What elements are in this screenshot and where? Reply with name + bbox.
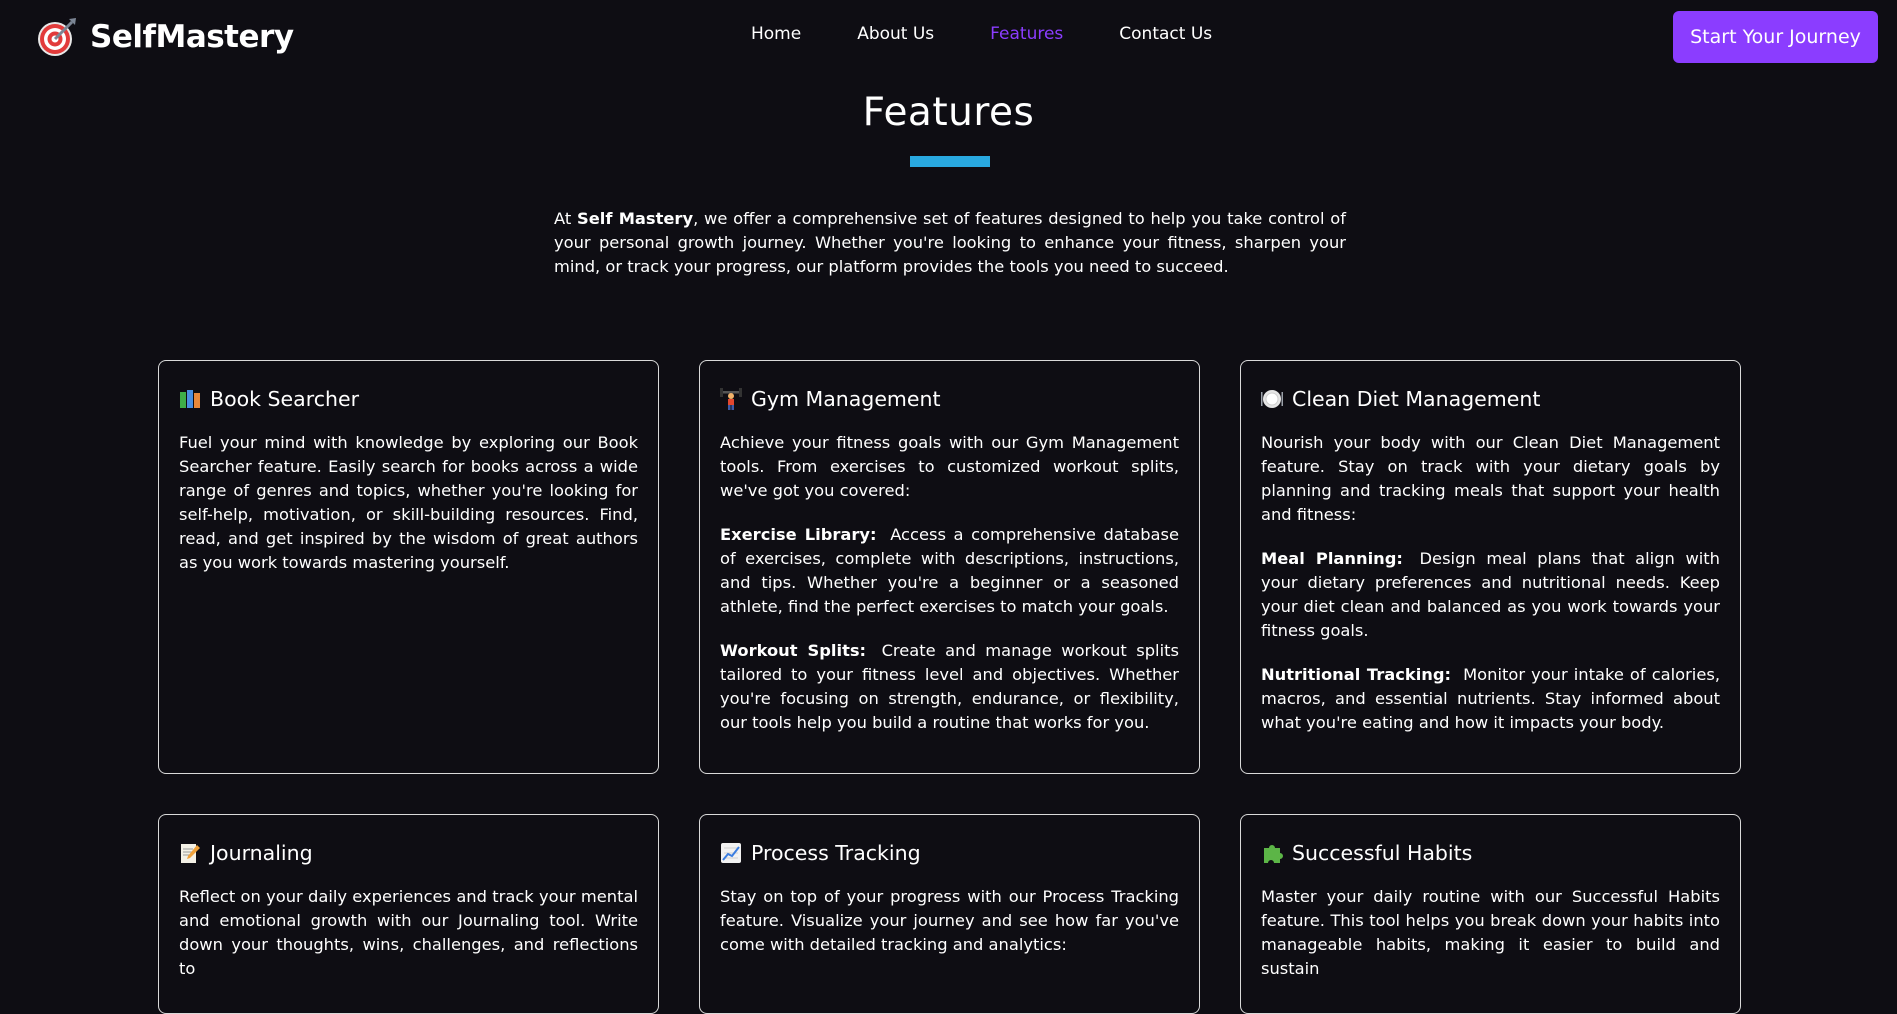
card-title-text: Book Searcher (210, 387, 360, 411)
plate-icon (1261, 388, 1283, 410)
feature-item-label: Nutritional Tracking: (1261, 665, 1452, 684)
card-title: Clean Diet Management (1261, 385, 1720, 413)
card-title-text: Process Tracking (751, 841, 921, 865)
puzzle-piece-icon (1261, 842, 1283, 864)
card-description: Stay on top of your progress with our Pr… (720, 887, 1179, 954)
nav-home[interactable]: Home (751, 24, 801, 44)
card-title: Book Searcher (179, 385, 638, 413)
weightlifter-icon (720, 388, 742, 410)
title-underline (910, 156, 990, 167)
chart-increasing-icon (720, 842, 742, 864)
card-title-text: Gym Management (751, 387, 941, 411)
books-icon (179, 388, 201, 410)
intro-paragraph: At Self Mastery, we offer a comprehensiv… (554, 207, 1346, 279)
brand-logo[interactable]: SelfMastery (36, 16, 294, 58)
card-title-text: Clean Diet Management (1292, 387, 1541, 411)
nav-about-us[interactable]: About Us (857, 24, 934, 44)
card-description: Reflect on your daily experiences and tr… (179, 887, 638, 978)
feature-card-successful-habits: Successful Habits Master your daily rout… (1240, 814, 1741, 1014)
card-description: Fuel your mind with knowledge by explori… (179, 433, 638, 572)
card-title: Gym Management (720, 385, 1179, 413)
brand-name: SelfMastery (90, 19, 294, 55)
page-title: Features (862, 90, 1035, 135)
start-journey-button[interactable]: Start Your Journey (1673, 11, 1878, 63)
nav-contact-us[interactable]: Contact Us (1119, 24, 1212, 44)
feature-item-label: Exercise Library: (720, 525, 877, 544)
card-title: Successful Habits (1261, 839, 1720, 867)
card-description: Master your daily routine with our Succe… (1261, 887, 1720, 978)
feature-card-gym-management: Gym Management Achieve your fitness goal… (699, 360, 1200, 774)
feature-card-clean-diet: Clean Diet Management Nourish your body … (1240, 360, 1741, 774)
main-nav: Home About Us Features Contact Us (751, 24, 1268, 44)
card-feature-item: Meal Planning: Design meal plans that al… (1261, 547, 1720, 643)
site-header: SelfMastery Home About Us Features Conta… (0, 0, 1897, 74)
intro-prefix: At (554, 209, 578, 228)
feature-card-process-tracking: Process Tracking Stay on top of your pro… (699, 814, 1200, 1014)
card-title-text: Successful Habits (1292, 841, 1473, 865)
feature-card-book-searcher: Book Searcher Fuel your mind with knowle… (158, 360, 659, 774)
feature-card-journaling: Journaling Reflect on your daily experie… (158, 814, 659, 1014)
card-title-text: Journaling (210, 841, 313, 865)
nav-features[interactable]: Features (990, 24, 1063, 44)
card-title: Process Tracking (720, 839, 1179, 867)
memo-icon (179, 842, 201, 864)
card-feature-item: Exercise Library: Access a comprehensive… (720, 523, 1179, 619)
card-description: Achieve your fitness goals with our Gym … (720, 433, 1179, 500)
card-title: Journaling (179, 839, 638, 867)
card-description: Nourish your body with our Clean Diet Ma… (1261, 433, 1720, 524)
card-feature-item: Nutritional Tracking: Monitor your intak… (1261, 663, 1720, 735)
dartboard-target-icon (36, 16, 78, 58)
card-feature-item: Workout Splits: Create and manage workou… (720, 639, 1179, 735)
intro-brand: Self Mastery (577, 209, 694, 228)
feature-item-label: Meal Planning: (1261, 549, 1403, 568)
feature-item-label: Workout Splits: (720, 641, 867, 660)
